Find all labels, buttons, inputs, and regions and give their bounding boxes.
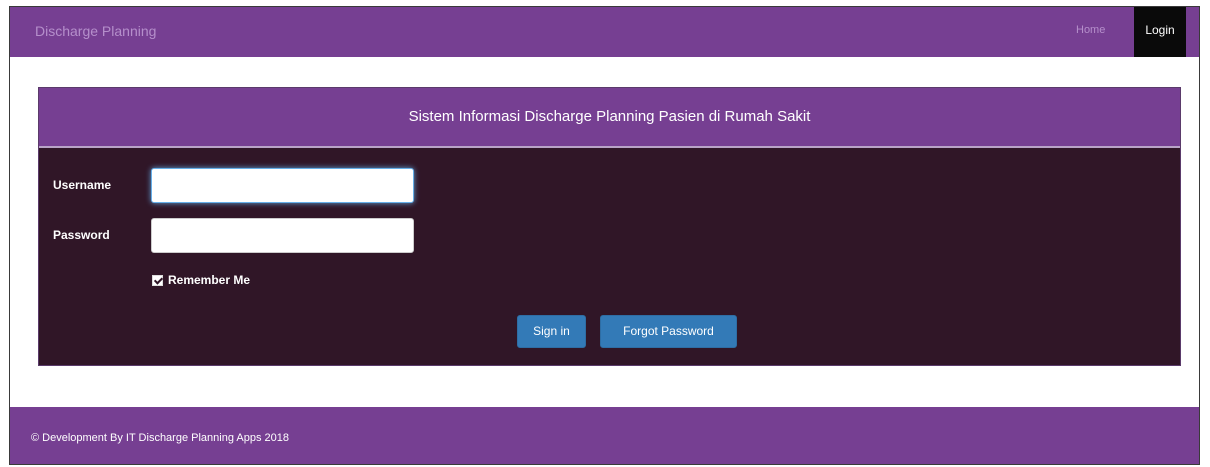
nav-login-link[interactable]: Login xyxy=(1134,7,1186,57)
brand-link[interactable]: Discharge Planning xyxy=(35,23,156,39)
top-navbar: Discharge Planning Home Login xyxy=(10,7,1199,57)
checkbox-checked-icon[interactable] xyxy=(152,274,163,286)
remember-me-row[interactable]: Remember Me xyxy=(152,273,250,287)
sign-in-button[interactable]: Sign in xyxy=(517,315,586,348)
footer-copyright: © Development By IT Discharge Planning A… xyxy=(31,432,289,444)
login-panel: Sistem Informasi Discharge Planning Pasi… xyxy=(38,87,1181,366)
remember-me-label: Remember Me xyxy=(168,273,251,287)
password-input[interactable] xyxy=(151,218,414,253)
password-label: Password xyxy=(53,228,110,242)
panel-title: Sistem Informasi Discharge Planning Pasi… xyxy=(39,88,1180,148)
forgot-password-button[interactable]: Forgot Password xyxy=(600,315,737,348)
app-window: Discharge Planning Home Login Sistem Inf… xyxy=(9,6,1200,465)
nav-home-link[interactable]: Home xyxy=(1076,24,1105,36)
username-label: Username xyxy=(53,178,112,192)
username-input[interactable] xyxy=(151,168,414,203)
footer: © Development By IT Discharge Planning A… xyxy=(10,407,1199,464)
